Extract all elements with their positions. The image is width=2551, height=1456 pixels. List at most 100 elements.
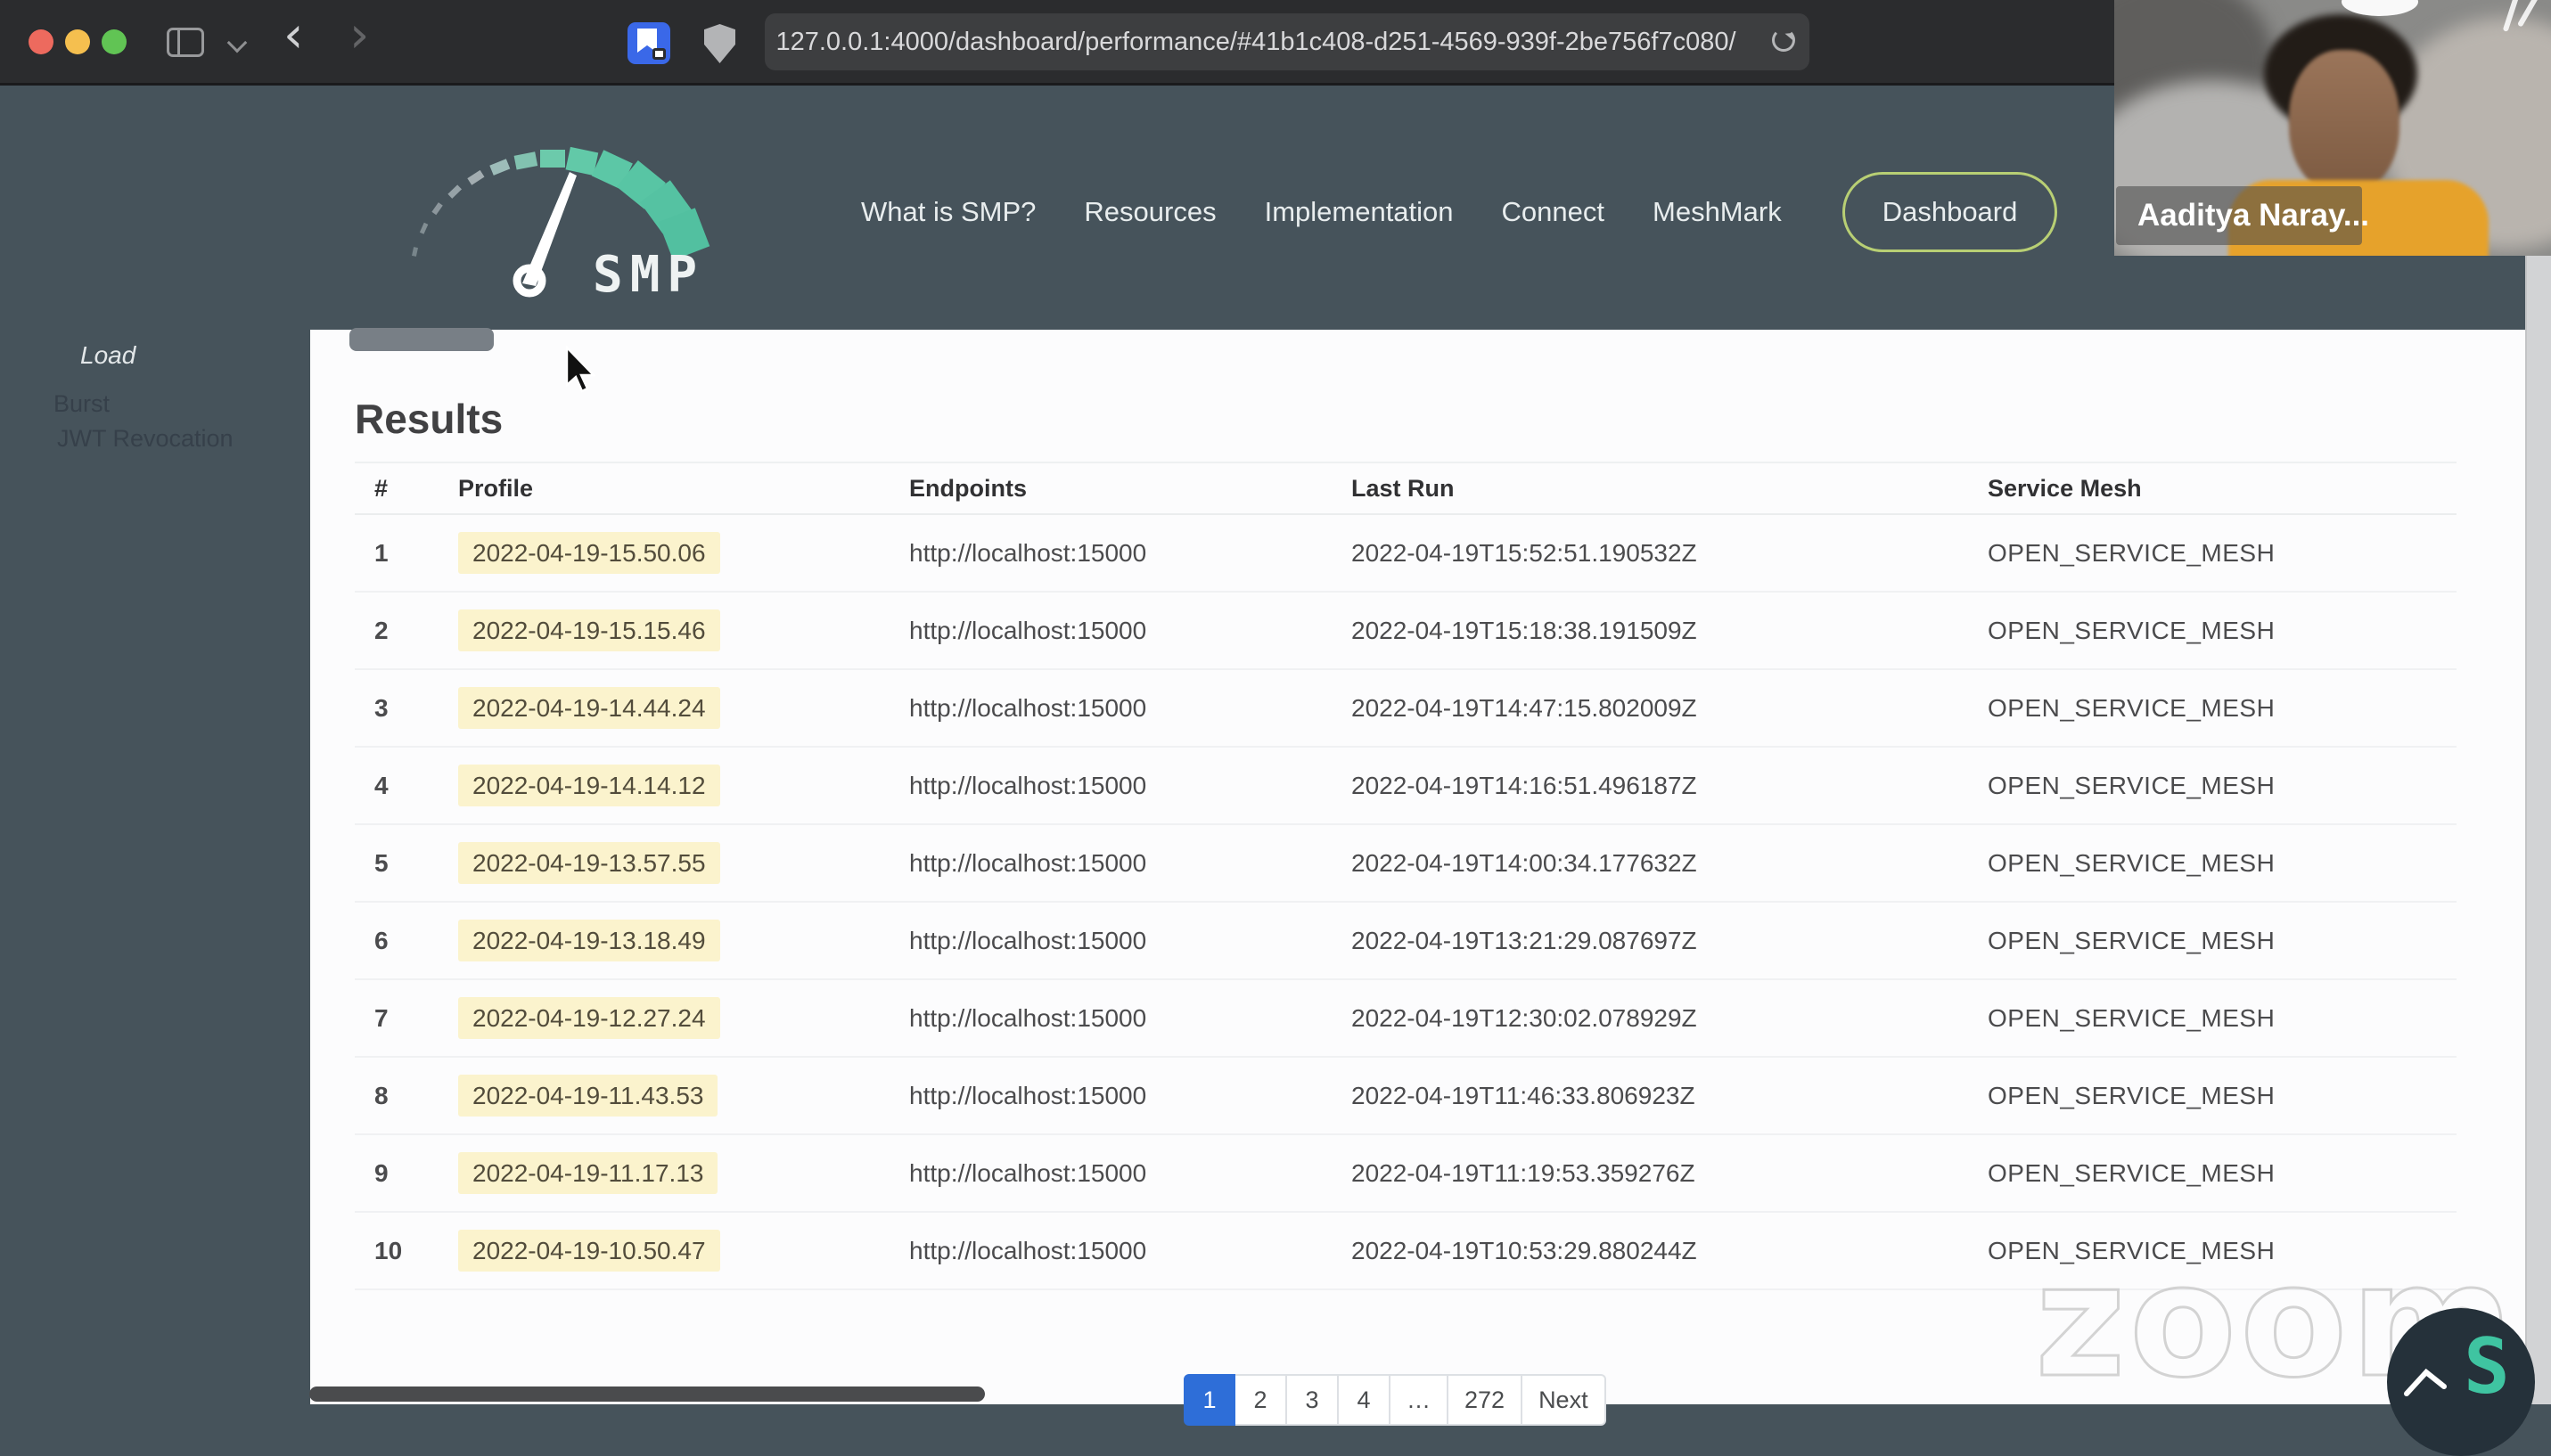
address-bar[interactable]: 127.0.0.1:4000/dashboard/performance/#41…: [765, 13, 1809, 70]
service-mesh-cell: OPEN_SERVICE_MESH: [1988, 747, 2457, 825]
row-number: 9: [355, 1134, 458, 1213]
window-close-button[interactable]: [29, 29, 53, 54]
profile-cell[interactable]: 2022-04-19-10.50.47: [458, 1212, 909, 1290]
url-text: 127.0.0.1:4000/dashboard/performance/#41…: [775, 27, 1736, 56]
logo-text: SMP: [593, 246, 704, 299]
mouse-cursor: [565, 346, 596, 393]
page-button-272[interactable]: 272: [1448, 1374, 1523, 1426]
sidebar-item-jwt-revocation[interactable]: JWT Revocation: [57, 425, 234, 453]
profile-cell[interactable]: 2022-04-19-14.44.24: [458, 669, 909, 748]
profile-name-highlighted[interactable]: 2022-04-19-13.18.49: [458, 919, 720, 961]
row-number: 4: [355, 747, 458, 825]
profile-name-highlighted[interactable]: 2022-04-19-15.50.06: [458, 531, 720, 574]
profile-cell[interactable]: 2022-04-19-15.15.46: [458, 592, 909, 670]
column-header-service-mesh: Service Mesh: [1988, 462, 2457, 515]
nav-item-connect[interactable]: Connect: [1502, 196, 1604, 228]
profile-cell[interactable]: 2022-04-19-11.43.53: [458, 1057, 909, 1135]
back-button[interactable]: ‹: [283, 7, 303, 64]
layer5-corner-logo[interactable]: S: [2387, 1308, 2535, 1456]
smp-gauge-logo: SMP: [412, 146, 710, 299]
profile-name-highlighted[interactable]: 2022-04-19-10.50.47: [458, 1229, 720, 1272]
sidebar-toggle-icon[interactable]: [167, 28, 204, 57]
last-run-cell: 2022-04-19T15:18:38.191509Z: [1351, 592, 1988, 670]
profile-name-highlighted[interactable]: 2022-04-19-14.14.12: [458, 764, 720, 806]
service-mesh-cell: OPEN_SERVICE_MESH: [1988, 902, 2457, 980]
row-number: 8: [355, 1057, 458, 1135]
nav-item-resources[interactable]: Resources: [1084, 196, 1216, 228]
participant-name-tag: Aaditya Naray...: [2116, 186, 2369, 245]
privacy-shield-icon[interactable]: [704, 24, 735, 63]
table-row: 7 2022-04-19-12.27.24 http://localhost:1…: [355, 979, 2457, 1058]
last-run-cell: 2022-04-19T15:52:51.190532Z: [1351, 514, 1988, 593]
profile-name-highlighted[interactable]: 2022-04-19-11.43.53: [458, 1074, 718, 1117]
endpoints-cell: http://localhost:15000: [909, 979, 1351, 1058]
horizontal-scrollbar[interactable]: [309, 1386, 985, 1402]
participant-face: [2289, 50, 2399, 194]
row-number: 3: [355, 669, 458, 748]
last-run-cell: 2022-04-19T14:47:15.802009Z: [1351, 669, 1988, 748]
row-number: 5: [355, 824, 458, 903]
forward-button[interactable]: ›: [349, 7, 369, 64]
password-extension-icon[interactable]: [627, 22, 670, 64]
service-mesh-cell: OPEN_SERVICE_MESH: [1988, 514, 2457, 593]
last-run-cell: 2022-04-19T13:21:29.087697Z: [1351, 902, 1988, 980]
zoom-screenshare-screen: { "colors": { "slate_bg": "#46535b", "ac…: [0, 0, 2551, 1456]
last-run-cell: 2022-04-19T11:19:53.359276Z: [1351, 1134, 1988, 1213]
table-row: 3 2022-04-19-14.44.24 http://localhost:1…: [355, 669, 2457, 748]
profile-cell[interactable]: 2022-04-19-11.17.13: [458, 1134, 909, 1213]
last-run-cell: 2022-04-19T10:53:29.880244Z: [1351, 1212, 1988, 1290]
window-minimize-button[interactable]: [65, 29, 90, 54]
service-mesh-cell: OPEN_SERVICE_MESH: [1988, 1057, 2457, 1135]
scrolled-tab-stub[interactable]: [349, 328, 494, 351]
endpoints-cell: http://localhost:15000: [909, 1057, 1351, 1135]
webcam-video-tile: Aaditya Naray...: [2114, 0, 2551, 256]
table-row: 8 2022-04-19-11.43.53 http://localhost:1…: [355, 1057, 2457, 1135]
page-button-1[interactable]: 1: [1184, 1374, 1235, 1426]
vertical-scrollbar[interactable]: [2525, 86, 2551, 1404]
page-button-2[interactable]: 2: [1235, 1374, 1287, 1426]
nav-item-dashboard-active[interactable]: Dashboard: [1841, 172, 2058, 252]
nav-item-what-is-smp[interactable]: What is SMP?: [861, 196, 1036, 228]
service-mesh-cell: OPEN_SERVICE_MESH: [1988, 669, 2457, 748]
last-run-cell: 2022-04-19T11:46:33.806923Z: [1351, 1057, 1988, 1135]
table-header-row: # Profile Endpoints Last Run Service Mes…: [355, 462, 2457, 515]
page-button-ellipsis[interactable]: …: [1390, 1374, 1448, 1426]
profile-name-highlighted[interactable]: 2022-04-19-12.27.24: [458, 996, 720, 1039]
page-button-next[interactable]: Next: [1522, 1374, 1606, 1426]
profile-cell[interactable]: 2022-04-19-15.50.06: [458, 514, 909, 593]
profile-name-highlighted[interactable]: 2022-04-19-11.17.13: [458, 1151, 718, 1194]
endpoints-cell: http://localhost:15000: [909, 1134, 1351, 1213]
profile-name-highlighted[interactable]: 2022-04-19-13.57.55: [458, 841, 720, 884]
window-zoom-button[interactable]: [102, 29, 127, 54]
column-header-endpoints: Endpoints: [909, 462, 1351, 515]
results-card: Results # Profile Endpoints Last Run Ser…: [310, 328, 2525, 1426]
sidebar-item-burst[interactable]: Burst: [53, 390, 110, 418]
endpoints-cell: http://localhost:15000: [909, 824, 1351, 903]
sidebar-item-load[interactable]: Load: [80, 341, 135, 370]
last-run-cell: 2022-04-19T14:16:51.496187Z: [1351, 747, 1988, 825]
reaction-bubble-fragment: [2342, 0, 2418, 16]
pagination: 1 2 3 4 … 272 Next: [1184, 1374, 1606, 1426]
service-mesh-cell: OPEN_SERVICE_MESH: [1988, 592, 2457, 670]
last-run-cell: 2022-04-19T14:00:34.177632Z: [1351, 824, 1988, 903]
table-row: 1 2022-04-19-15.50.06 http://localhost:1…: [355, 514, 2457, 593]
service-mesh-cell: OPEN_SERVICE_MESH: [1988, 1134, 2457, 1213]
chevron-down-icon[interactable]: [226, 32, 248, 53]
profile-cell[interactable]: 2022-04-19-12.27.24: [458, 979, 909, 1058]
profile-cell[interactable]: 2022-04-19-13.18.49: [458, 902, 909, 980]
profile-name-highlighted[interactable]: 2022-04-19-14.44.24: [458, 686, 720, 729]
last-run-cell: 2022-04-19T12:30:02.078929Z: [1351, 979, 1988, 1058]
profile-cell[interactable]: 2022-04-19-13.57.55: [458, 824, 909, 903]
reload-icon[interactable]: [1772, 29, 1795, 52]
row-number: 10: [355, 1212, 458, 1290]
page-button-3[interactable]: 3: [1287, 1374, 1339, 1426]
profile-cell[interactable]: 2022-04-19-14.14.12: [458, 747, 909, 825]
table-row: 6 2022-04-19-13.18.49 http://localhost:1…: [355, 902, 2457, 980]
profile-name-highlighted[interactable]: 2022-04-19-15.15.46: [458, 609, 720, 651]
service-mesh-cell: OPEN_SERVICE_MESH: [1988, 979, 2457, 1058]
nav-item-implementation[interactable]: Implementation: [1265, 196, 1454, 228]
page-button-4[interactable]: 4: [1339, 1374, 1390, 1426]
row-number: 7: [355, 979, 458, 1058]
nav-item-meshmark[interactable]: MeshMark: [1653, 196, 1782, 228]
endpoints-cell: http://localhost:15000: [909, 1212, 1351, 1290]
